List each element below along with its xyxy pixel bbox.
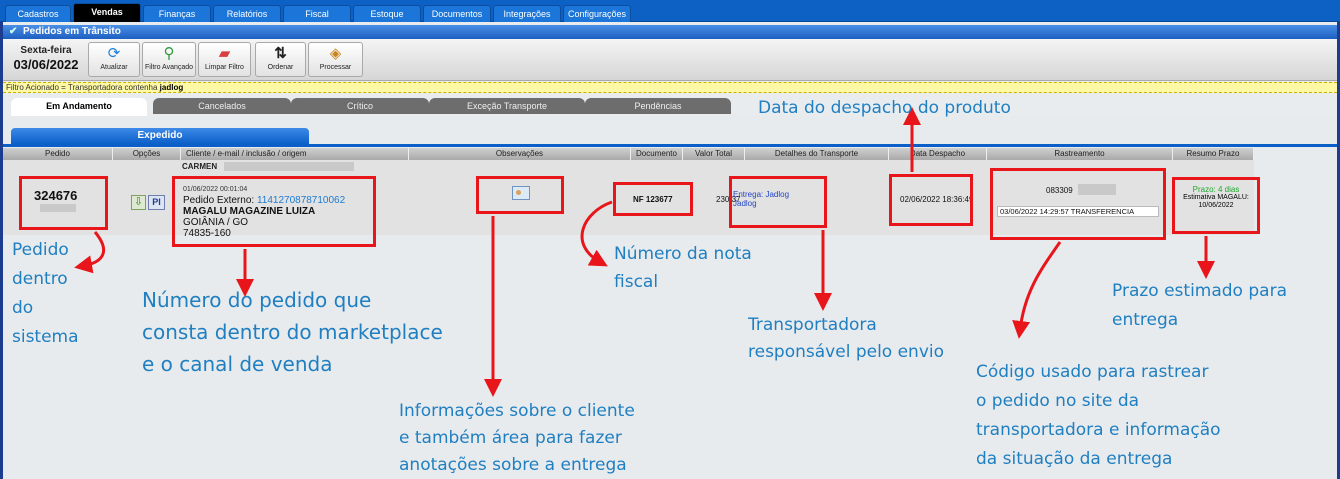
- refresh-icon: ⟳: [107, 45, 121, 62]
- advanced-filter-icon: ⚲: [163, 45, 175, 62]
- pi-icon[interactable]: PI: [148, 195, 165, 210]
- sort-icon: ⇅: [274, 45, 287, 62]
- highlight-observations: [476, 176, 564, 214]
- tab-documentos[interactable]: Documentos: [423, 5, 491, 22]
- annotation-nf: Número da nota fiscal: [614, 244, 752, 292]
- tab-cancelados[interactable]: Cancelados: [153, 98, 291, 114]
- advanced-filter-button[interactable]: ⚲ Filtro Avançado: [142, 42, 196, 77]
- col-detalhes-transporte[interactable]: Detalhes do Transporte: [745, 148, 889, 160]
- section-title: Pedidos em Trânsito: [23, 26, 121, 37]
- current-date: Sexta-feira 03/06/2022: [9, 45, 83, 72]
- active-filter-bar: Filtro Acionado = Transportadora contenh…: [3, 82, 1337, 93]
- annotation-marketplace: Número do pedido que consta dentro do ma…: [142, 288, 443, 376]
- col-valor-total[interactable]: Valor Total: [683, 148, 745, 160]
- customer-name: CARMEN: [182, 162, 218, 171]
- tab-cadastros[interactable]: Cadastros: [5, 5, 71, 22]
- highlight-transport: [729, 176, 827, 228]
- tab-relatorios[interactable]: Relatórios: [213, 5, 281, 22]
- highlight-tracking: [990, 168, 1166, 240]
- annotation-cliente: Informações sobre o cliente e também áre…: [399, 401, 635, 475]
- col-resumo-prazo[interactable]: Resumo Prazo: [1173, 148, 1254, 160]
- col-pedido[interactable]: Pedido: [3, 148, 113, 160]
- date: 03/06/2022: [13, 57, 79, 72]
- highlight-deadline: [1172, 177, 1260, 234]
- highlight-dispatch: [889, 174, 973, 226]
- filter-value: jadlog: [159, 83, 184, 92]
- tab-configuracoes[interactable]: Configurações: [563, 5, 631, 22]
- process-button[interactable]: ◈ Processar: [308, 42, 363, 77]
- tab-estoque[interactable]: Estoque: [353, 5, 421, 22]
- filter-prefix: Filtro Acionado = Transportadora contenh…: [6, 83, 160, 92]
- table-header: Pedido Opções Cliente / e-mail / inclusã…: [3, 148, 1254, 160]
- status-tabs: Em Andamento Cancelados Crítico Exceção …: [3, 98, 1337, 116]
- annotation-prazo: Prazo estimado para entrega: [1112, 281, 1287, 330]
- col-cliente[interactable]: Cliente / e-mail / inclusão / origem: [181, 148, 409, 160]
- annotation-rastreio: Código usado para rastrear o pedido no s…: [976, 362, 1221, 469]
- check-icon: ✔: [9, 26, 18, 37]
- annotation-dispatch: Data do despacho do produto: [758, 98, 1011, 118]
- annotation-pedido: Pedido dentro do sistema: [12, 240, 79, 347]
- col-data-despacho[interactable]: Data Despacho: [889, 148, 987, 160]
- highlight-invoice: [613, 182, 693, 216]
- tab-excecao-transporte[interactable]: Exceção Transporte: [429, 98, 585, 114]
- tab-pendencias[interactable]: Pendências: [585, 98, 731, 114]
- process-box-icon: ◈: [329, 45, 342, 62]
- download-icon[interactable]: ⇩: [131, 195, 146, 210]
- tab-financas[interactable]: Finanças: [143, 5, 211, 22]
- sort-button[interactable]: ⇅ Ordenar: [255, 42, 306, 77]
- eraser-icon: ▰: [218, 45, 231, 62]
- tab-expedido[interactable]: Expedido: [11, 128, 309, 144]
- toolbar: Sexta-feira 03/06/2022 ⟳ Atualizar ⚲ Fil…: [3, 39, 1337, 81]
- subtab-underline: [3, 144, 1337, 147]
- highlight-order-id: [19, 176, 108, 230]
- refresh-button[interactable]: ⟳ Atualizar: [88, 42, 140, 77]
- clear-filter-button[interactable]: ▰ Limpar Filtro: [198, 42, 251, 77]
- tab-em-andamento[interactable]: Em Andamento: [11, 98, 147, 116]
- tab-critico[interactable]: Crítico: [291, 98, 429, 114]
- col-documento[interactable]: Documento: [631, 148, 683, 160]
- col-observacoes[interactable]: Observações: [409, 148, 631, 160]
- tab-fiscal[interactable]: Fiscal: [283, 5, 351, 22]
- highlight-customer: [172, 176, 376, 247]
- tab-vendas[interactable]: Vendas: [73, 3, 141, 22]
- col-opcoes[interactable]: Opções: [113, 148, 181, 160]
- annotation-transportadora: Transportadora responsável pelo envio: [748, 315, 945, 362]
- main-nav: Cadastros Vendas Finanças Relatórios Fis…: [0, 0, 1340, 22]
- col-rastreamento[interactable]: Rastreamento: [987, 148, 1173, 160]
- tab-integracoes[interactable]: Integrações: [493, 5, 561, 22]
- weekday: Sexta-feira: [20, 45, 72, 56]
- section-header: ✔ Pedidos em Trânsito: [3, 25, 1337, 39]
- redacted-email: [224, 162, 354, 171]
